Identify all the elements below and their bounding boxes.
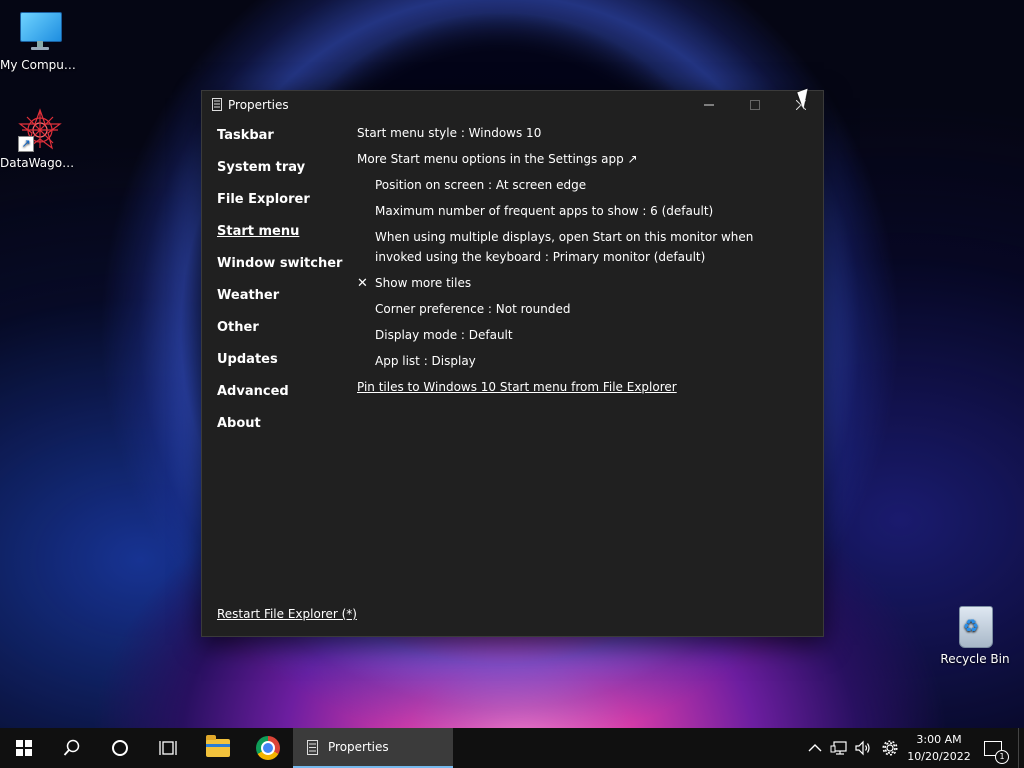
nav-item-system-tray[interactable]: System tray [217,159,347,191]
setting-position[interactable]: Position on screen : At screen edge [375,178,586,192]
restart-file-explorer-link[interactable]: Restart File Explorer (*) [217,607,357,621]
setting-display-mode[interactable]: Display mode : Default [375,328,513,342]
setting-corner-preference[interactable]: Corner preference : Not rounded [375,302,570,316]
cortana-circle-icon [112,740,128,756]
nav-item-advanced[interactable]: Advanced [217,383,347,415]
desktop-icon-label: My Computer [0,58,80,72]
properties-taskbar-button[interactable]: Properties [293,728,453,768]
cortana-button[interactable] [96,728,144,768]
chrome-icon [256,736,280,760]
notification-count-badge: 1 [995,749,1009,764]
search-icon [63,739,80,756]
setting-multiple-displays[interactable]: When using multiple displays, open Start… [375,227,795,267]
action-center-button[interactable]: 1 [978,728,1009,768]
setting-max-frequent-apps[interactable]: Maximum number of frequent apps to show … [375,204,713,218]
properties-app-icon [212,98,222,111]
nav-item-start-menu[interactable]: Start menu [217,223,347,255]
volume-button[interactable] [852,728,874,768]
setting-label: Show more tiles [375,276,472,290]
title-bar[interactable]: Properties [202,91,823,119]
show-hidden-icons-button[interactable] [804,728,826,768]
setting-app-list[interactable]: App list : Display [375,354,476,368]
nav-item-file-explorer[interactable]: File Explorer [217,191,347,223]
volume-icon [855,740,870,756]
setting-start-menu-style[interactable]: Start menu style : Windows 10 [357,126,541,140]
nav-item-weather[interactable]: Weather [217,287,347,319]
desktop-icon-recycle-bin[interactable]: ♻ Recycle Bin [935,604,1015,666]
nav-item-window-switcher[interactable]: Window switcher [217,255,347,287]
network-icon [830,741,847,755]
folder-icon [206,735,230,757]
desktop-icon-label: DataWagon... [0,156,80,170]
nav-item-taskbar[interactable]: Taskbar [217,127,347,159]
monitor-icon [18,10,62,54]
windows-logo-icon [16,740,32,756]
maximize-button[interactable] [732,91,778,119]
check-icon: ✕ [357,276,368,291]
notification-icon: 1 [984,740,1009,764]
taskbar-clock[interactable]: 3:00 AM 10/20/2022 [906,731,972,765]
clock-date: 10/20/2022 [907,750,971,763]
maximize-icon [750,100,760,110]
recycle-bin-icon: ♻ [953,604,997,648]
datawagon-app-icon: ↗ [18,108,62,152]
nav-item-other[interactable]: Other [217,319,347,351]
properties-app-icon [307,739,318,755]
minimize-icon [704,104,714,106]
setting-more-options-link[interactable]: More Start menu options in the Settings … [357,152,638,166]
desktop-icon-label: Recycle Bin [940,652,1010,666]
pin-tiles-link[interactable]: Pin tiles to Windows 10 Start menu from … [357,380,677,394]
task-view-icon [159,741,177,755]
minimize-button[interactable] [686,91,732,119]
file-explorer-taskbar-button[interactable] [196,728,240,768]
task-view-button[interactable] [144,728,192,768]
clock-time: 3:00 AM [916,733,962,746]
chrome-taskbar-button[interactable] [244,728,292,768]
properties-window: Properties Taskbar System tray File Expl… [201,90,824,637]
desktop-icon-my-computer[interactable]: My Computer [0,10,80,72]
nav-item-updates[interactable]: Updates [217,351,347,383]
window-title: Properties [228,98,289,112]
start-button[interactable] [0,728,48,768]
chevron-up-icon [808,744,822,752]
search-button[interactable] [48,728,96,768]
nav-item-about[interactable]: About [217,415,347,447]
taskbar-app-label: Properties [328,740,389,754]
network-button[interactable] [828,728,850,768]
gear-icon [882,740,898,756]
taskbar: Properties 3:00 AM 10/20/2022 1 [0,728,1024,768]
show-desktop-button[interactable] [1018,728,1024,768]
settings-nav: Taskbar System tray File Explorer Start … [217,127,347,447]
desktop-icon-datawagon[interactable]: ↗ DataWagon... [0,108,80,170]
shortcut-arrow-icon: ↗ [18,136,34,152]
settings-tray-button[interactable] [878,728,902,768]
